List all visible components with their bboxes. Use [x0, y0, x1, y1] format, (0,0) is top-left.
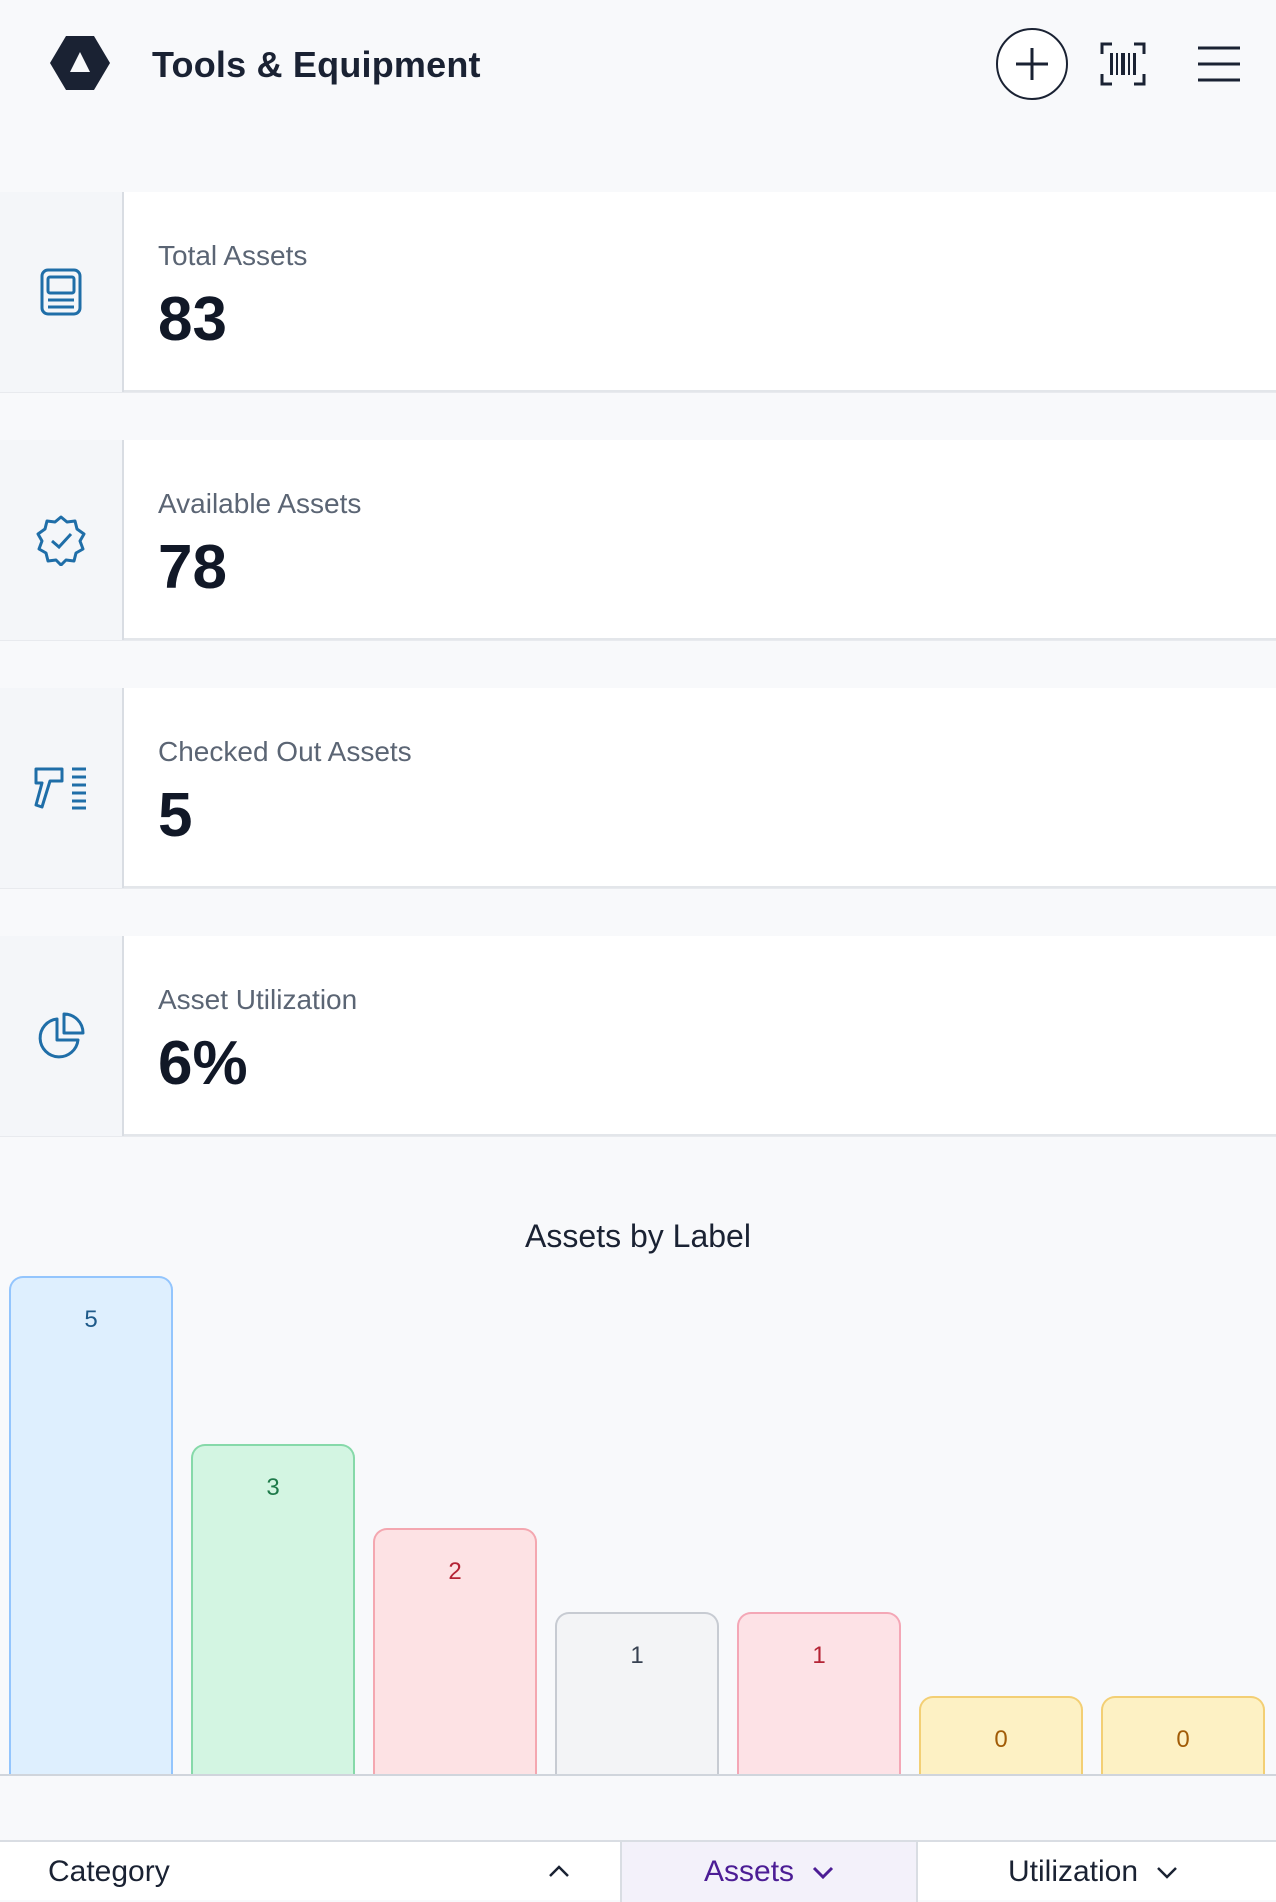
app-header: Tools & Equipment: [0, 0, 1276, 130]
stat-icon-cell: [0, 936, 124, 1136]
check-badge-icon: [36, 515, 86, 566]
stat-value: 83: [158, 285, 227, 354]
chart-bar[interactable]: 0: [919, 1696, 1083, 1776]
device-icon: [40, 268, 82, 316]
stat-value: 5: [158, 781, 193, 850]
column-header-assets[interactable]: Assets: [620, 1842, 918, 1902]
bar-value-label: 0: [1176, 1726, 1190, 1753]
chart-bar[interactable]: 2: [373, 1528, 537, 1776]
column-header-category[interactable]: Category: [48, 1842, 568, 1902]
chevron-down-icon: [1157, 1867, 1177, 1879]
bar-value-label: 3: [266, 1474, 280, 1501]
stat-label: Total Assets: [158, 240, 308, 271]
stat-icon-cell: [0, 440, 124, 640]
stat-value: 6%: [158, 1029, 248, 1098]
table-header: Category Assets Utilization: [0, 1840, 1276, 1902]
bar-value-label: 2: [448, 1558, 462, 1585]
stat-icon-cell: [0, 192, 124, 392]
chart-baseline: [0, 1774, 1276, 1776]
stat-card-total-assets[interactable]: Total Assets 83: [0, 192, 1276, 392]
plus-icon: [1016, 48, 1048, 80]
stat-label: Asset Utilization: [158, 984, 358, 1015]
chart-bar[interactable]: 3: [191, 1444, 355, 1776]
bar-value-label: 0: [994, 1726, 1008, 1753]
chart-bar[interactable]: 0: [1101, 1696, 1265, 1776]
chevron-up-icon[interactable]: [548, 1864, 570, 1878]
column-label: Category: [48, 1855, 170, 1888]
column-header-utilization[interactable]: Utilization: [1008, 1842, 1268, 1902]
stat-label: Available Assets: [158, 488, 362, 519]
stat-icon-cell: [0, 688, 124, 888]
app-title: Tools & Equipment: [152, 44, 481, 85]
pie-chart-icon: [38, 1012, 85, 1059]
stat-label: Checked Out Assets: [158, 736, 412, 767]
assets-by-label-chart: 5 3 2 1 1 0 0: [0, 1260, 1276, 1776]
chevron-down-icon: [812, 1866, 834, 1879]
chart-bar[interactable]: 5: [9, 1276, 173, 1776]
logo-icon[interactable]: [46, 32, 114, 94]
stat-card-checked-out-assets[interactable]: Checked Out Assets 5: [0, 688, 1276, 888]
column-label: Assets: [704, 1855, 795, 1888]
column-label: Utilization: [1008, 1855, 1139, 1888]
scanner-list-icon: [34, 767, 86, 810]
hamburger-icon[interactable]: [1196, 44, 1242, 84]
stat-value: 78: [158, 533, 227, 602]
stat-card-asset-utilization[interactable]: Asset Utilization 6%: [0, 936, 1276, 1136]
add-asset-button[interactable]: [996, 28, 1068, 100]
bar-value-label: 1: [630, 1642, 644, 1669]
chart-bar[interactable]: 1: [555, 1612, 719, 1776]
chart-bar[interactable]: 1: [737, 1612, 901, 1776]
chart-title: Assets by Label: [525, 1218, 751, 1254]
stat-card-available-assets[interactable]: Available Assets 78: [0, 440, 1276, 640]
bar-value-label: 1: [812, 1642, 826, 1669]
bar-value-label: 5: [84, 1306, 98, 1333]
barcode-icon[interactable]: [1100, 42, 1146, 86]
